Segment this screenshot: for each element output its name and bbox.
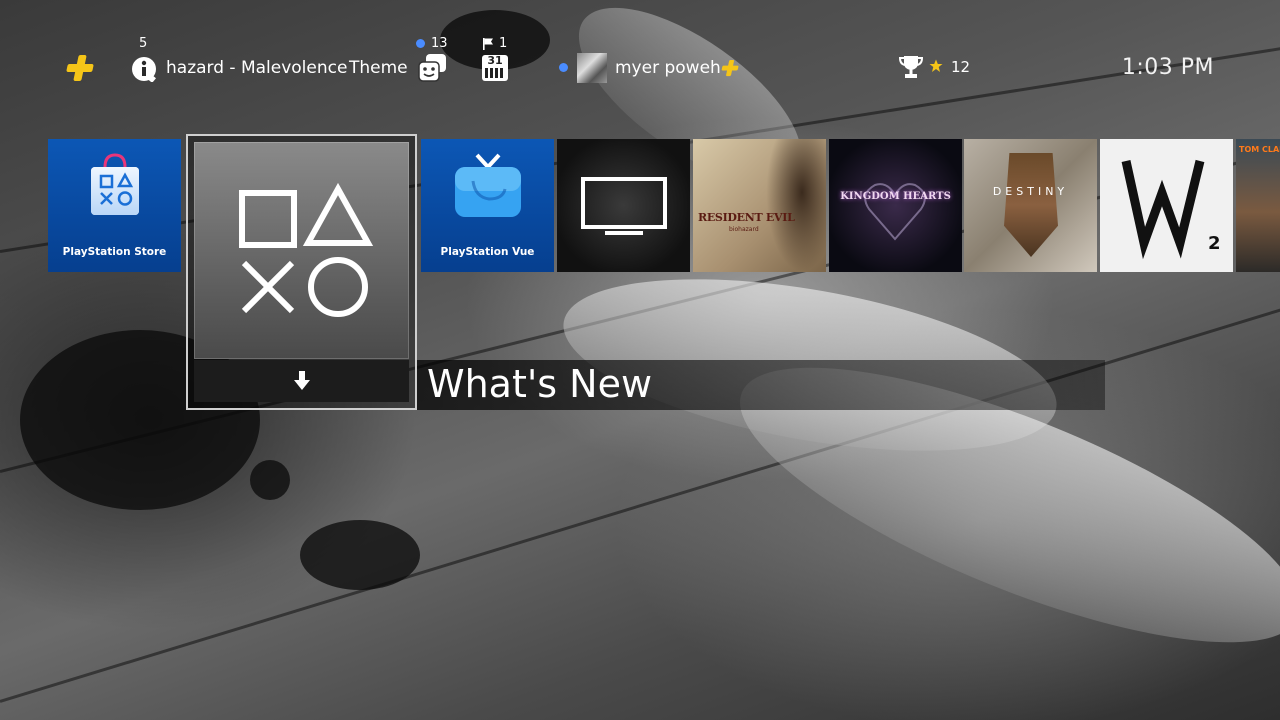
division-text: TOM CLANCY'S THE D	[1239, 145, 1280, 154]
destiny-title: DESTINY	[992, 185, 1069, 198]
whats-new-expand-bar[interactable]	[194, 360, 409, 402]
avatar	[577, 53, 607, 83]
online-dot	[559, 63, 568, 72]
tile-playstation-store[interactable]: PlayStation Store	[48, 139, 181, 272]
notifications-button[interactable]: 5	[131, 36, 161, 82]
online-dot	[416, 39, 425, 48]
tile-watch-dogs-2[interactable]: 2	[1100, 139, 1233, 272]
friends-count: 13	[431, 36, 448, 51]
flag-icon	[483, 38, 493, 50]
calendar-day: 31	[487, 54, 503, 67]
tile-playstation-vue[interactable]: PlayStation Vue	[421, 139, 554, 272]
friends-icon	[418, 54, 446, 82]
tv-icon	[581, 177, 667, 235]
trophy-count: 12	[951, 58, 971, 76]
playstation-symbols-icon	[239, 182, 374, 317]
star-icon	[929, 59, 943, 72]
notifications-count: 5	[139, 36, 148, 51]
re7-title: RESIDENT EVIL	[698, 211, 795, 224]
events-button[interactable]: 1 31	[482, 36, 516, 82]
vue-tv-icon	[455, 153, 521, 217]
friends-button[interactable]: 13	[416, 36, 460, 82]
info-icon	[132, 57, 156, 82]
tile-resident-evil-7[interactable]: RESIDENT EVIL biohazard	[693, 139, 826, 272]
now-playing-text: hazard - Malevolence	[166, 58, 348, 78]
wd2-logo: 2	[1121, 159, 1221, 260]
calendar-icon: 31	[482, 55, 508, 81]
tile-the-division[interactable]: TOM CLANCY'S THE D	[1236, 139, 1280, 272]
clock: 1:03 PM	[1121, 55, 1214, 80]
theme-label: Theme	[349, 58, 408, 78]
tile-tv-video[interactable]	[557, 139, 690, 272]
blood-splatter	[250, 460, 290, 500]
destiny-emblem	[1004, 153, 1058, 257]
blood-splatter	[300, 520, 420, 590]
tile-kingdom-hearts[interactable]: KINGDOM HEARTS	[829, 139, 962, 272]
store-label: PlayStation Store	[62, 246, 167, 258]
store-bag-icon	[91, 153, 139, 215]
arrow-down-icon	[294, 371, 310, 390]
re7-tree-art	[766, 139, 826, 272]
trophy-icon	[898, 56, 924, 78]
tile-destiny[interactable]: DESTINY	[964, 139, 1097, 272]
selected-title: What's New	[427, 362, 653, 406]
vue-label: PlayStation Vue	[440, 246, 535, 258]
kh-heart-art	[864, 183, 926, 241]
events-count: 1	[499, 36, 508, 51]
profile-button[interactable]: myer poweh	[559, 53, 749, 83]
re7-subtitle: biohazard	[729, 226, 759, 233]
kh-title: KINGDOM HEARTS	[840, 191, 951, 202]
whats-new-art	[194, 142, 409, 359]
username: myer poweh	[615, 58, 721, 78]
playstation-plus-icon	[722, 60, 738, 76]
svg-text:2: 2	[1208, 233, 1221, 254]
playstation-plus-icon[interactable]	[67, 55, 93, 81]
function-status-bar: 5 hazard - Malevolence Theme 13 1 31 mye…	[0, 0, 1280, 110]
tile-whats-new-selected[interactable]	[186, 134, 417, 410]
trophies-button[interactable]: 12	[898, 54, 978, 82]
